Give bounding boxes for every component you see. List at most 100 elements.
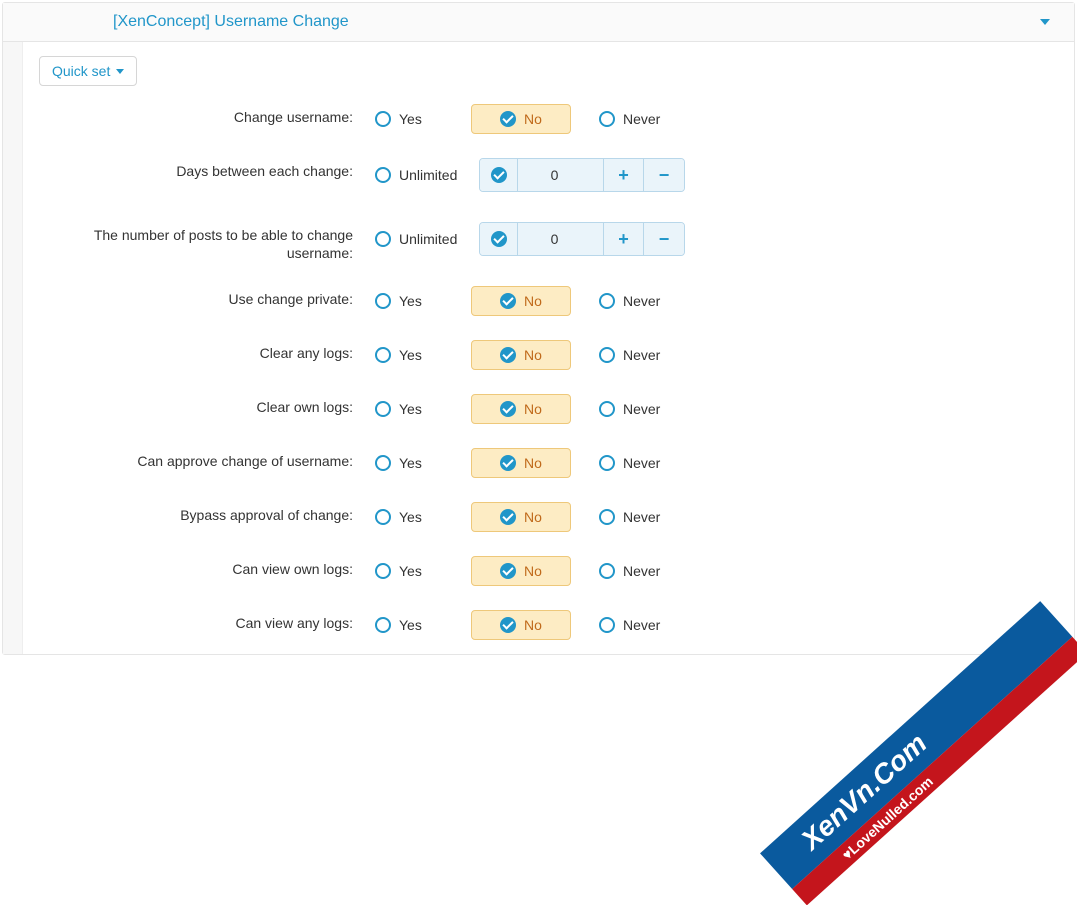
radio-icon bbox=[599, 401, 615, 417]
radio-icon bbox=[599, 509, 615, 525]
panel-body: Quick set Change username: Yes No Never Days… bbox=[3, 42, 1074, 654]
option-label: Never bbox=[623, 293, 660, 309]
stepper-value[interactable]: 0 bbox=[518, 159, 604, 191]
radio-checked-icon bbox=[500, 347, 516, 363]
option-never[interactable]: Never bbox=[587, 287, 687, 315]
option-never[interactable]: Never bbox=[587, 449, 687, 477]
radio-icon bbox=[599, 347, 615, 363]
option-label: Yes bbox=[399, 111, 422, 127]
option-never[interactable]: Never bbox=[587, 341, 687, 369]
option-no[interactable]: No bbox=[471, 394, 571, 424]
option-yes[interactable]: Yes bbox=[363, 611, 463, 639]
option-label: Yes bbox=[399, 509, 422, 525]
setting-options: Yes No Never bbox=[363, 330, 687, 370]
setting-row: Bypass approval of change: Yes No Never bbox=[23, 492, 1074, 546]
radio-icon bbox=[375, 401, 391, 417]
option-never[interactable]: Never bbox=[587, 395, 687, 423]
option-yes[interactable]: Yes bbox=[363, 503, 463, 531]
radio-icon bbox=[599, 563, 615, 579]
left-gutter bbox=[3, 42, 23, 654]
option-no[interactable]: No bbox=[471, 340, 571, 370]
setting-options: Yes No Never bbox=[363, 438, 687, 478]
radio-icon bbox=[599, 293, 615, 309]
setting-options: Yes No Never bbox=[363, 276, 687, 316]
panel-header[interactable]: [XenConcept] Username Change bbox=[3, 3, 1074, 42]
option-yes[interactable]: Yes bbox=[363, 557, 463, 585]
option-never[interactable]: Never bbox=[587, 503, 687, 531]
setting-row: Can view own logs:Yes No Never bbox=[23, 546, 1074, 600]
setting-label: The number of posts to be able to change… bbox=[23, 212, 363, 262]
stepper-plus-button[interactable]: + bbox=[604, 159, 644, 191]
stepper-value[interactable]: 0 bbox=[518, 223, 604, 255]
option-label: Yes bbox=[399, 617, 422, 633]
setting-row: Use change private:Yes No Never bbox=[23, 276, 1074, 330]
chevron-down-icon bbox=[116, 69, 124, 74]
quick-set-label: Quick set bbox=[52, 63, 110, 79]
stepper-minus-button[interactable]: − bbox=[644, 159, 684, 191]
radio-checked-icon bbox=[500, 455, 516, 471]
setting-label: Can approve change of username: bbox=[23, 438, 363, 470]
stepper-minus-button[interactable]: − bbox=[644, 223, 684, 255]
option-label: No bbox=[524, 617, 542, 633]
radio-icon bbox=[375, 455, 391, 471]
option-label: No bbox=[524, 111, 542, 127]
option-never[interactable]: Never bbox=[587, 557, 687, 585]
option-label: Unlimited bbox=[399, 231, 457, 247]
option-label: Never bbox=[623, 509, 660, 525]
setting-label: Change username: bbox=[23, 94, 363, 126]
radio-icon bbox=[375, 231, 391, 247]
option-yes[interactable]: Yes bbox=[363, 449, 463, 477]
option-label: No bbox=[524, 509, 542, 525]
stepper-plus-button[interactable]: + bbox=[604, 223, 644, 255]
radio-icon bbox=[599, 617, 615, 633]
option-no[interactable]: No bbox=[471, 556, 571, 586]
option-label: Never bbox=[623, 563, 660, 579]
option-label: Yes bbox=[399, 455, 422, 471]
option-label: Never bbox=[623, 401, 660, 417]
quick-set-button[interactable]: Quick set bbox=[39, 56, 137, 86]
option-no[interactable]: No bbox=[471, 610, 571, 640]
option-unlimited[interactable]: Unlimited bbox=[363, 161, 471, 189]
option-unlimited[interactable]: Unlimited bbox=[363, 225, 471, 253]
option-no[interactable]: No bbox=[471, 286, 571, 316]
stepper-selected-icon[interactable] bbox=[480, 223, 518, 255]
radio-icon bbox=[375, 167, 391, 183]
stepper-selected-icon[interactable] bbox=[480, 159, 518, 191]
option-never[interactable]: Never bbox=[587, 105, 687, 133]
setting-options: Unlimited 0+− bbox=[363, 212, 685, 256]
radio-checked-icon bbox=[500, 617, 516, 633]
option-yes[interactable]: Yes bbox=[363, 287, 463, 315]
option-yes[interactable]: Yes bbox=[363, 341, 463, 369]
radio-icon bbox=[375, 293, 391, 309]
option-yes[interactable]: Yes bbox=[363, 105, 463, 133]
rows-container: Change username: Yes No Never Days between e… bbox=[23, 94, 1074, 654]
setting-row: The number of posts to be able to change… bbox=[23, 212, 1074, 276]
option-label: Never bbox=[623, 347, 660, 363]
setting-label: Clear own logs: bbox=[23, 384, 363, 416]
radio-checked-icon bbox=[500, 563, 516, 579]
setting-label: Bypass approval of change: bbox=[23, 492, 363, 524]
option-no[interactable]: No bbox=[471, 502, 571, 532]
option-label: Never bbox=[623, 455, 660, 471]
number-stepper[interactable]: 0+− bbox=[479, 158, 685, 192]
setting-label: Can view own logs: bbox=[23, 546, 363, 578]
option-yes[interactable]: Yes bbox=[363, 395, 463, 423]
number-stepper[interactable]: 0+− bbox=[479, 222, 685, 256]
panel-title: [XenConcept] Username Change bbox=[113, 13, 349, 31]
setting-label: Days between each change: bbox=[23, 148, 363, 180]
option-never[interactable]: Never bbox=[587, 611, 687, 639]
radio-icon bbox=[599, 455, 615, 471]
setting-label: Use change private: bbox=[23, 276, 363, 308]
setting-options: Yes No Never bbox=[363, 492, 687, 532]
settings-panel: [XenConcept] Username Change Quick set C… bbox=[2, 2, 1075, 655]
option-no[interactable]: No bbox=[471, 104, 571, 134]
option-label: No bbox=[524, 563, 542, 579]
collapse-caret-icon[interactable] bbox=[1040, 19, 1050, 25]
option-no[interactable]: No bbox=[471, 448, 571, 478]
radio-icon bbox=[599, 111, 615, 127]
radio-icon bbox=[375, 347, 391, 363]
setting-row: Can approve change of username: Yes No Neve… bbox=[23, 438, 1074, 492]
watermark-line2: ♥LoveNulled.com bbox=[792, 637, 1077, 905]
setting-options: Yes No Never bbox=[363, 600, 687, 640]
radio-icon bbox=[375, 617, 391, 633]
